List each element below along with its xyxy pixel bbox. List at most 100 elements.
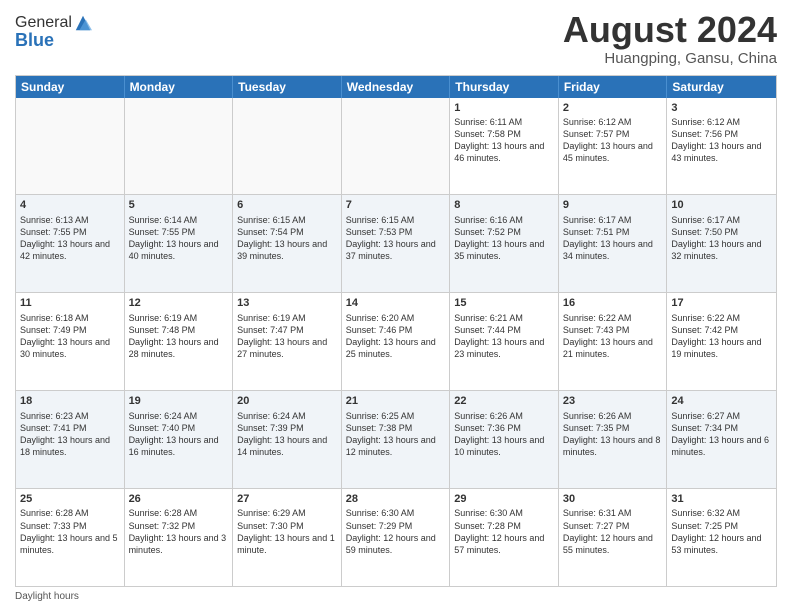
day-info: Sunrise: 6:16 AM Sunset: 7:52 PM Dayligh… bbox=[454, 214, 554, 263]
cal-header-day: Friday bbox=[559, 76, 668, 98]
day-number: 27 bbox=[237, 492, 337, 506]
day-info: Sunrise: 6:23 AM Sunset: 7:41 PM Dayligh… bbox=[20, 410, 120, 459]
day-number: 12 bbox=[129, 296, 229, 310]
cal-cell: 15 Sunrise: 6:21 AM Sunset: 7:44 PM Dayli… bbox=[450, 293, 559, 390]
day-number: 14 bbox=[346, 296, 446, 310]
day-info: Sunrise: 6:15 AM Sunset: 7:53 PM Dayligh… bbox=[346, 214, 446, 263]
title-block: August 2024 Huangping, Gansu, China bbox=[563, 10, 777, 67]
day-number: 4 bbox=[20, 198, 120, 212]
cal-cell: 11Sunrise: 6:18 AM Sunset: 7:49 PM Dayli… bbox=[16, 293, 125, 390]
day-info: Sunrise: 6:28 AM Sunset: 7:33 PM Dayligh… bbox=[20, 507, 120, 556]
day-info: Sunrise: 6:20 AM Sunset: 7:46 PM Dayligh… bbox=[346, 312, 446, 361]
day-number: 3 bbox=[671, 101, 772, 115]
cal-cell: 30Sunrise: 6:31 AM Sunset: 7:27 PM Dayli… bbox=[559, 489, 668, 586]
day-info: Sunrise: 6:28 AM Sunset: 7:32 PM Dayligh… bbox=[129, 507, 229, 556]
day-number: 22 bbox=[454, 394, 554, 408]
day-number: 6 bbox=[237, 198, 337, 212]
day-info: Sunrise: 6:21 AM Sunset: 7:44 PM Dayligh… bbox=[454, 312, 554, 361]
day-info: Sunrise: 6:31 AM Sunset: 7:27 PM Dayligh… bbox=[563, 507, 663, 556]
cal-cell: 25Sunrise: 6:28 AM Sunset: 7:33 PM Dayli… bbox=[16, 489, 125, 586]
cal-cell: 22 Sunrise: 6:26 AM Sunset: 7:36 PM Dayli… bbox=[450, 391, 559, 488]
cal-cell: 7 Sunrise: 6:15 AM Sunset: 7:53 PM Daylig… bbox=[342, 195, 451, 292]
cal-cell: 31Sunrise: 6:32 AM Sunset: 7:25 PM Dayli… bbox=[667, 489, 776, 586]
day-info: Sunrise: 6:13 AM Sunset: 7:55 PM Dayligh… bbox=[20, 214, 120, 263]
day-number: 25 bbox=[20, 492, 120, 506]
cal-cell bbox=[342, 98, 451, 195]
day-number: 1 bbox=[454, 101, 554, 115]
cal-row: 4 Sunrise: 6:13 AM Sunset: 7:55 PM Daylig… bbox=[16, 195, 776, 293]
cal-row: 1Sunrise: 6:11 AM Sunset: 7:58 PM Daylig… bbox=[16, 98, 776, 196]
cal-cell: 16Sunrise: 6:22 AM Sunset: 7:43 PM Dayli… bbox=[559, 293, 668, 390]
cal-cell: 13 Sunrise: 6:19 AM Sunset: 7:47 PM Dayli… bbox=[233, 293, 342, 390]
day-info: Sunrise: 6:27 AM Sunset: 7:34 PM Dayligh… bbox=[671, 410, 772, 459]
day-number: 28 bbox=[346, 492, 446, 506]
day-info: Sunrise: 6:26 AM Sunset: 7:36 PM Dayligh… bbox=[454, 410, 554, 459]
cal-cell: 20 Sunrise: 6:24 AM Sunset: 7:39 PM Dayli… bbox=[233, 391, 342, 488]
day-number: 10 bbox=[671, 198, 772, 212]
day-info: Sunrise: 6:30 AM Sunset: 7:29 PM Dayligh… bbox=[346, 507, 446, 556]
cal-cell: 17 Sunrise: 6:22 AM Sunset: 7:42 PM Dayli… bbox=[667, 293, 776, 390]
cal-header-day: Saturday bbox=[667, 76, 776, 98]
header: General Blue August 2024 Huangping, Gans… bbox=[15, 10, 777, 67]
cal-cell: 9 Sunrise: 6:17 AM Sunset: 7:51 PM Daylig… bbox=[559, 195, 668, 292]
cal-cell: 28Sunrise: 6:30 AM Sunset: 7:29 PM Dayli… bbox=[342, 489, 451, 586]
day-info: Sunrise: 6:19 AM Sunset: 7:47 PM Dayligh… bbox=[237, 312, 337, 361]
day-number: 23 bbox=[563, 394, 663, 408]
day-info: Sunrise: 6:24 AM Sunset: 7:39 PM Dayligh… bbox=[237, 410, 337, 459]
cal-row: 25Sunrise: 6:28 AM Sunset: 7:33 PM Dayli… bbox=[16, 489, 776, 586]
day-number: 24 bbox=[671, 394, 772, 408]
day-info: Sunrise: 6:15 AM Sunset: 7:54 PM Dayligh… bbox=[237, 214, 337, 263]
day-number: 2 bbox=[563, 101, 663, 115]
cal-cell: 27Sunrise: 6:29 AM Sunset: 7:30 PM Dayli… bbox=[233, 489, 342, 586]
day-info: Sunrise: 6:22 AM Sunset: 7:43 PM Dayligh… bbox=[563, 312, 663, 361]
cal-cell: 10Sunrise: 6:17 AM Sunset: 7:50 PM Dayli… bbox=[667, 195, 776, 292]
calendar-body: 1Sunrise: 6:11 AM Sunset: 7:58 PM Daylig… bbox=[16, 98, 776, 586]
logo: General Blue bbox=[15, 14, 92, 51]
cal-header-day: Tuesday bbox=[233, 76, 342, 98]
cal-cell: 29Sunrise: 6:30 AM Sunset: 7:28 PM Dayli… bbox=[450, 489, 559, 586]
cal-cell: 12 Sunrise: 6:19 AM Sunset: 7:48 PM Dayli… bbox=[125, 293, 234, 390]
day-number: 15 bbox=[454, 296, 554, 310]
day-info: Sunrise: 6:12 AM Sunset: 7:57 PM Dayligh… bbox=[563, 116, 663, 165]
day-info: Sunrise: 6:12 AM Sunset: 7:56 PM Dayligh… bbox=[671, 116, 772, 165]
day-info: Sunrise: 6:17 AM Sunset: 7:51 PM Dayligh… bbox=[563, 214, 663, 263]
day-number: 5 bbox=[129, 198, 229, 212]
subtitle: Huangping, Gansu, China bbox=[563, 50, 777, 67]
main-title: August 2024 bbox=[563, 10, 777, 50]
day-info: Sunrise: 6:30 AM Sunset: 7:28 PM Dayligh… bbox=[454, 507, 554, 556]
cal-cell bbox=[16, 98, 125, 195]
day-number: 20 bbox=[237, 394, 337, 408]
cal-cell: 4 Sunrise: 6:13 AM Sunset: 7:55 PM Daylig… bbox=[16, 195, 125, 292]
cal-cell: 3Sunrise: 6:12 AM Sunset: 7:56 PM Daylig… bbox=[667, 98, 776, 195]
day-number: 7 bbox=[346, 198, 446, 212]
cal-header-day: Sunday bbox=[16, 76, 125, 98]
cal-cell: 2Sunrise: 6:12 AM Sunset: 7:57 PM Daylig… bbox=[559, 98, 668, 195]
day-number: 13 bbox=[237, 296, 337, 310]
cal-cell bbox=[233, 98, 342, 195]
day-info: Sunrise: 6:24 AM Sunset: 7:40 PM Dayligh… bbox=[129, 410, 229, 459]
day-number: 30 bbox=[563, 492, 663, 506]
footer-note: Daylight hours bbox=[15, 591, 777, 602]
daylight-label: Daylight hours bbox=[15, 591, 79, 602]
cal-cell: 24 Sunrise: 6:27 AM Sunset: 7:34 PM Dayli… bbox=[667, 391, 776, 488]
day-info: Sunrise: 6:11 AM Sunset: 7:58 PM Dayligh… bbox=[454, 116, 554, 165]
day-info: Sunrise: 6:14 AM Sunset: 7:55 PM Dayligh… bbox=[129, 214, 229, 263]
day-number: 17 bbox=[671, 296, 772, 310]
logo-icon bbox=[74, 14, 92, 32]
cal-cell: 5 Sunrise: 6:14 AM Sunset: 7:55 PM Daylig… bbox=[125, 195, 234, 292]
cal-header-day: Monday bbox=[125, 76, 234, 98]
cal-cell: 8Sunrise: 6:16 AM Sunset: 7:52 PM Daylig… bbox=[450, 195, 559, 292]
cal-cell: 18Sunrise: 6:23 AM Sunset: 7:41 PM Dayli… bbox=[16, 391, 125, 488]
day-number: 19 bbox=[129, 394, 229, 408]
day-info: Sunrise: 6:22 AM Sunset: 7:42 PM Dayligh… bbox=[671, 312, 772, 361]
cal-cell: 1Sunrise: 6:11 AM Sunset: 7:58 PM Daylig… bbox=[450, 98, 559, 195]
day-info: Sunrise: 6:26 AM Sunset: 7:35 PM Dayligh… bbox=[563, 410, 663, 459]
cal-cell: 6 Sunrise: 6:15 AM Sunset: 7:54 PM Daylig… bbox=[233, 195, 342, 292]
logo-blue-text: Blue bbox=[15, 30, 92, 51]
day-info: Sunrise: 6:32 AM Sunset: 7:25 PM Dayligh… bbox=[671, 507, 772, 556]
day-number: 9 bbox=[563, 198, 663, 212]
day-number: 26 bbox=[129, 492, 229, 506]
cal-cell: 21Sunrise: 6:25 AM Sunset: 7:38 PM Dayli… bbox=[342, 391, 451, 488]
cal-header-day: Wednesday bbox=[342, 76, 451, 98]
day-info: Sunrise: 6:19 AM Sunset: 7:48 PM Dayligh… bbox=[129, 312, 229, 361]
